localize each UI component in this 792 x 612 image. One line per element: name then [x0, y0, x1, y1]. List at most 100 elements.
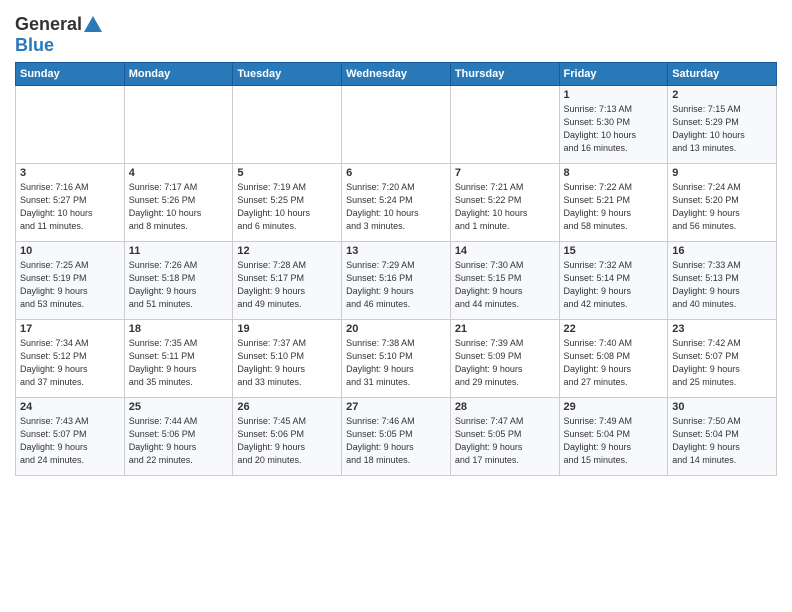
- day-info: Sunrise: 7:49 AM Sunset: 5:04 PM Dayligh…: [564, 415, 664, 467]
- calendar-cell: 12 Sunrise: 7:28 AM Sunset: 5:17 PM Dayli…: [233, 241, 342, 319]
- day-of-week-row: SundayMondayTuesdayWednesdayThursdayFrid…: [16, 62, 777, 85]
- day-number: 26: [237, 401, 337, 413]
- day-number: 27: [346, 401, 446, 413]
- day-number: 24: [20, 401, 120, 413]
- day-number: 20: [346, 323, 446, 335]
- day-info: Sunrise: 7:24 AM Sunset: 5:20 PM Dayligh…: [672, 181, 772, 233]
- calendar-container: General Blue SundayMondayTuesdayWednesda…: [0, 0, 792, 486]
- calendar-cell: [342, 85, 451, 163]
- calendar-cell: 16 Sunrise: 7:33 AM Sunset: 5:13 PM Dayli…: [668, 241, 777, 319]
- dow-header: Wednesday: [342, 62, 451, 85]
- day-info: Sunrise: 7:46 AM Sunset: 5:05 PM Dayligh…: [346, 415, 446, 467]
- calendar-cell: [16, 85, 125, 163]
- day-number: 29: [564, 401, 664, 413]
- day-number: 23: [672, 323, 772, 335]
- calendar-cell: 11 Sunrise: 7:26 AM Sunset: 5:18 PM Dayli…: [124, 241, 233, 319]
- day-info: Sunrise: 7:43 AM Sunset: 5:07 PM Dayligh…: [20, 415, 120, 467]
- calendar-cell: 13Sunrise: 7:29 AM Sunset: 5:16 PM Dayli…: [342, 241, 451, 319]
- calendar-cell: 29 Sunrise: 7:49 AM Sunset: 5:04 PM Dayli…: [559, 397, 668, 475]
- day-info: Sunrise: 7:17 AM Sunset: 5:26 PM Dayligh…: [129, 181, 229, 233]
- calendar-cell: [124, 85, 233, 163]
- week-row: 3Sunrise: 7:16 AM Sunset: 5:27 PM Daylig…: [16, 163, 777, 241]
- calendar-cell: 21 Sunrise: 7:39 AM Sunset: 5:09 PM Dayli…: [450, 319, 559, 397]
- day-number: 10: [20, 245, 120, 257]
- day-info: Sunrise: 7:28 AM Sunset: 5:17 PM Dayligh…: [237, 259, 337, 311]
- day-info: Sunrise: 7:44 AM Sunset: 5:06 PM Dayligh…: [129, 415, 229, 467]
- calendar-cell: [233, 85, 342, 163]
- day-info: Sunrise: 7:34 AM Sunset: 5:12 PM Dayligh…: [20, 337, 120, 389]
- day-info: Sunrise: 7:45 AM Sunset: 5:06 PM Dayligh…: [237, 415, 337, 467]
- day-info: Sunrise: 7:13 AM Sunset: 5:30 PM Dayligh…: [564, 103, 664, 155]
- logo-general: General: [15, 14, 82, 34]
- day-info: Sunrise: 7:35 AM Sunset: 5:11 PM Dayligh…: [129, 337, 229, 389]
- day-info: Sunrise: 7:20 AM Sunset: 5:24 PM Dayligh…: [346, 181, 446, 233]
- week-row: 17 Sunrise: 7:34 AM Sunset: 5:12 PM Dayli…: [16, 319, 777, 397]
- day-number: 1: [564, 89, 664, 101]
- day-number: 7: [455, 167, 555, 179]
- dow-header: Tuesday: [233, 62, 342, 85]
- logo-blue: Blue: [15, 35, 54, 55]
- calendar-cell: 23Sunrise: 7:42 AM Sunset: 5:07 PM Dayli…: [668, 319, 777, 397]
- calendar-cell: 20 Sunrise: 7:38 AM Sunset: 5:10 PM Dayli…: [342, 319, 451, 397]
- day-number: 14: [455, 245, 555, 257]
- day-info: Sunrise: 7:37 AM Sunset: 5:10 PM Dayligh…: [237, 337, 337, 389]
- day-info: Sunrise: 7:50 AM Sunset: 5:04 PM Dayligh…: [672, 415, 772, 467]
- calendar-cell: 24 Sunrise: 7:43 AM Sunset: 5:07 PM Dayli…: [16, 397, 125, 475]
- dow-header: Friday: [559, 62, 668, 85]
- calendar-table: SundayMondayTuesdayWednesdayThursdayFrid…: [15, 62, 777, 476]
- week-row: 1 Sunrise: 7:13 AM Sunset: 5:30 PM Daylig…: [16, 85, 777, 163]
- calendar-cell: 30 Sunrise: 7:50 AM Sunset: 5:04 PM Dayli…: [668, 397, 777, 475]
- day-info: Sunrise: 7:29 AM Sunset: 5:16 PM Dayligh…: [346, 259, 446, 311]
- calendar-cell: 17 Sunrise: 7:34 AM Sunset: 5:12 PM Dayli…: [16, 319, 125, 397]
- day-number: 22: [564, 323, 664, 335]
- calendar-cell: 10 Sunrise: 7:25 AM Sunset: 5:19 PM Dayli…: [16, 241, 125, 319]
- day-number: 5: [237, 167, 337, 179]
- day-info: Sunrise: 7:32 AM Sunset: 5:14 PM Dayligh…: [564, 259, 664, 311]
- dow-header: Saturday: [668, 62, 777, 85]
- calendar-cell: 6 Sunrise: 7:20 AM Sunset: 5:24 PM Daylig…: [342, 163, 451, 241]
- week-row: 24 Sunrise: 7:43 AM Sunset: 5:07 PM Dayli…: [16, 397, 777, 475]
- calendar-cell: 25Sunrise: 7:44 AM Sunset: 5:06 PM Dayli…: [124, 397, 233, 475]
- day-number: 11: [129, 245, 229, 257]
- calendar-cell: 19 Sunrise: 7:37 AM Sunset: 5:10 PM Dayli…: [233, 319, 342, 397]
- day-info: Sunrise: 7:47 AM Sunset: 5:05 PM Dayligh…: [455, 415, 555, 467]
- calendar-cell: 9 Sunrise: 7:24 AM Sunset: 5:20 PM Daylig…: [668, 163, 777, 241]
- calendar-cell: 4 Sunrise: 7:17 AM Sunset: 5:26 PM Daylig…: [124, 163, 233, 241]
- day-info: Sunrise: 7:25 AM Sunset: 5:19 PM Dayligh…: [20, 259, 120, 311]
- day-number: 2: [672, 89, 772, 101]
- day-info: Sunrise: 7:40 AM Sunset: 5:08 PM Dayligh…: [564, 337, 664, 389]
- calendar-cell: 27 Sunrise: 7:46 AM Sunset: 5:05 PM Dayli…: [342, 397, 451, 475]
- day-number: 4: [129, 167, 229, 179]
- day-info: Sunrise: 7:38 AM Sunset: 5:10 PM Dayligh…: [346, 337, 446, 389]
- calendar-cell: 14 Sunrise: 7:30 AM Sunset: 5:15 PM Dayli…: [450, 241, 559, 319]
- dow-header: Sunday: [16, 62, 125, 85]
- calendar-cell: 15 Sunrise: 7:32 AM Sunset: 5:14 PM Dayli…: [559, 241, 668, 319]
- header: General Blue: [15, 10, 777, 56]
- day-number: 8: [564, 167, 664, 179]
- calendar-cell: 2Sunrise: 7:15 AM Sunset: 5:29 PM Daylig…: [668, 85, 777, 163]
- day-number: 17: [20, 323, 120, 335]
- day-number: 21: [455, 323, 555, 335]
- day-info: Sunrise: 7:26 AM Sunset: 5:18 PM Dayligh…: [129, 259, 229, 311]
- calendar-cell: 5 Sunrise: 7:19 AM Sunset: 5:25 PM Daylig…: [233, 163, 342, 241]
- calendar-cell: 18Sunrise: 7:35 AM Sunset: 5:11 PM Dayli…: [124, 319, 233, 397]
- day-info: Sunrise: 7:39 AM Sunset: 5:09 PM Dayligh…: [455, 337, 555, 389]
- day-number: 30: [672, 401, 772, 413]
- day-info: Sunrise: 7:22 AM Sunset: 5:21 PM Dayligh…: [564, 181, 664, 233]
- day-info: Sunrise: 7:33 AM Sunset: 5:13 PM Dayligh…: [672, 259, 772, 311]
- calendar-cell: 1 Sunrise: 7:13 AM Sunset: 5:30 PM Daylig…: [559, 85, 668, 163]
- logo-icon: [82, 14, 104, 36]
- week-row: 10 Sunrise: 7:25 AM Sunset: 5:19 PM Dayli…: [16, 241, 777, 319]
- day-number: 16: [672, 245, 772, 257]
- day-number: 3: [20, 167, 120, 179]
- dow-header: Thursday: [450, 62, 559, 85]
- calendar-cell: 28Sunrise: 7:47 AM Sunset: 5:05 PM Dayli…: [450, 397, 559, 475]
- day-number: 6: [346, 167, 446, 179]
- day-info: Sunrise: 7:30 AM Sunset: 5:15 PM Dayligh…: [455, 259, 555, 311]
- day-number: 12: [237, 245, 337, 257]
- dow-header: Monday: [124, 62, 233, 85]
- day-number: 15: [564, 245, 664, 257]
- day-number: 19: [237, 323, 337, 335]
- day-info: Sunrise: 7:19 AM Sunset: 5:25 PM Dayligh…: [237, 181, 337, 233]
- day-number: 9: [672, 167, 772, 179]
